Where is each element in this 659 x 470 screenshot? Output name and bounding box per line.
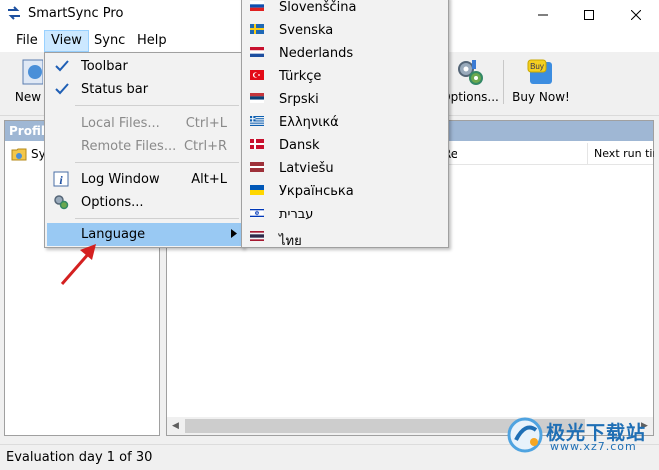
menu-item-label: Toolbar: [81, 59, 128, 74]
menu-sync[interactable]: Sync: [88, 30, 131, 52]
close-button[interactable]: [613, 0, 659, 30]
language-item-ivrit[interactable]: עברית: [244, 203, 446, 226]
language-label: עברית: [279, 207, 314, 222]
menu-item-toolbar[interactable]: Toolbar: [47, 55, 241, 78]
language-label: Srpski: [279, 92, 319, 107]
maximize-icon: [584, 10, 594, 20]
language-label: Українська: [279, 184, 354, 199]
language-label: ไทย: [279, 234, 302, 249]
language-item-srpski[interactable]: Srpski: [244, 88, 446, 111]
slovenia-flag-icon: [250, 1, 264, 11]
language-label: Latviešu: [279, 161, 334, 176]
menu-item-shortcut: Ctrl+L: [185, 116, 227, 131]
greece-flag-icon: [250, 116, 264, 126]
status-text: Evaluation day 1 of 30: [6, 450, 153, 465]
sweden-flag-icon: [250, 24, 264, 34]
options-button-label: Options...: [441, 90, 499, 104]
menu-item-local-files: Local Files... Ctrl+L: [47, 112, 241, 135]
buy-now-button[interactable]: Buy Buy Now!: [506, 54, 576, 112]
window-title: SmartSync Pro: [28, 6, 124, 21]
language-item-slovenscina[interactable]: Slovenščina: [244, 0, 446, 19]
column-next-run-time[interactable]: Next run time: [594, 147, 654, 160]
language-label: Dansk: [279, 138, 320, 153]
menu-item-label: Status bar: [81, 82, 149, 97]
view-dropdown-menu: Toolbar Status bar Local Files... Ctrl+L…: [44, 52, 244, 248]
language-item-ellinika[interactable]: Ελληνικά: [244, 111, 446, 134]
options-gears-icon: [458, 60, 483, 85]
netherlands-flag-icon: [250, 47, 264, 57]
submenu-arrow-icon: [231, 229, 237, 238]
latvia-flag-icon: [250, 162, 264, 172]
language-label: Svenska: [279, 23, 334, 38]
maximize-button[interactable]: [566, 0, 612, 30]
scroll-left-arrow-icon[interactable]: ◀: [167, 417, 184, 435]
serbia-flag-icon: [250, 93, 264, 103]
menu-item-status-bar[interactable]: Status bar: [47, 78, 241, 101]
menu-separator: [75, 218, 239, 219]
minimize-icon: [538, 14, 548, 16]
close-icon: [631, 10, 641, 20]
buy-now-label: Buy Now!: [512, 90, 570, 104]
turkey-flag-icon: [250, 70, 264, 80]
menu-item-label: Options...: [81, 195, 144, 210]
language-item-svenska[interactable]: Svenska: [244, 19, 446, 42]
menu-item-log-window[interactable]: i Log Window Alt+L: [47, 168, 241, 191]
checkmark-icon: [55, 60, 69, 72]
language-item-thai[interactable]: ไทย: [244, 226, 446, 249]
menu-help[interactable]: Help: [131, 30, 173, 52]
language-item-dansk[interactable]: Dansk: [244, 134, 446, 157]
thailand-flag-icon: [250, 231, 264, 241]
language-label: Slovenščina: [279, 0, 357, 15]
menu-item-label: Local Files...: [81, 116, 160, 131]
israel-flag-icon: [250, 208, 264, 218]
menu-item-shortcut: Alt+L: [191, 172, 227, 187]
new-profile-icon: [22, 59, 43, 85]
language-item-nederlands[interactable]: Nederlands: [244, 42, 446, 65]
options-gear-icon: [54, 195, 69, 210]
buy-cart-icon: Buy: [527, 59, 552, 84]
info-icon: i: [53, 171, 69, 187]
menu-item-shortcut: Ctrl+R: [183, 139, 227, 154]
checkmark-icon: [55, 83, 69, 95]
annotation-arrow-icon: [60, 244, 96, 285]
menu-item-remote-files: Remote Files... Ctrl+R: [47, 135, 241, 158]
language-item-latviesu[interactable]: Latviešu: [244, 157, 446, 180]
watermark: 极光下载站 www.xz7.com: [502, 412, 658, 460]
language-label: Nederlands: [279, 46, 354, 61]
language-item-ukrainska[interactable]: Українська: [244, 180, 446, 203]
toolbar-separator: [503, 60, 504, 104]
minimize-button[interactable]: [520, 0, 566, 30]
buy-icon-text: Buy: [530, 62, 544, 71]
menu-item-label: Log Window: [81, 172, 160, 187]
menu-separator: [75, 162, 239, 163]
column-divider[interactable]: [587, 143, 588, 165]
menu-view[interactable]: View: [44, 30, 89, 52]
menu-separator: [75, 105, 239, 106]
watermark-logo-icon: [507, 417, 543, 453]
app-sync-icon: [8, 6, 20, 20]
ukraine-flag-icon: [250, 185, 264, 195]
denmark-flag-icon: [250, 139, 264, 149]
menu-item-label: Remote Files...: [81, 139, 177, 154]
language-item-turkce[interactable]: Türkçe: [244, 65, 446, 88]
menu-file[interactable]: File: [10, 30, 44, 52]
language-label: Ελληνικά: [279, 115, 339, 130]
language-label: Türkçe: [279, 69, 322, 84]
new-button-label: New: [14, 90, 42, 104]
menu-item-options[interactable]: Options...: [47, 191, 241, 214]
language-submenu: Slovenščina Svenska Nederlands Türkçe Sr…: [241, 0, 449, 249]
profile-folder-icon: [11, 148, 27, 161]
watermark-url: www.xz7.com: [550, 440, 637, 453]
new-profile-button[interactable]: New: [8, 54, 48, 112]
